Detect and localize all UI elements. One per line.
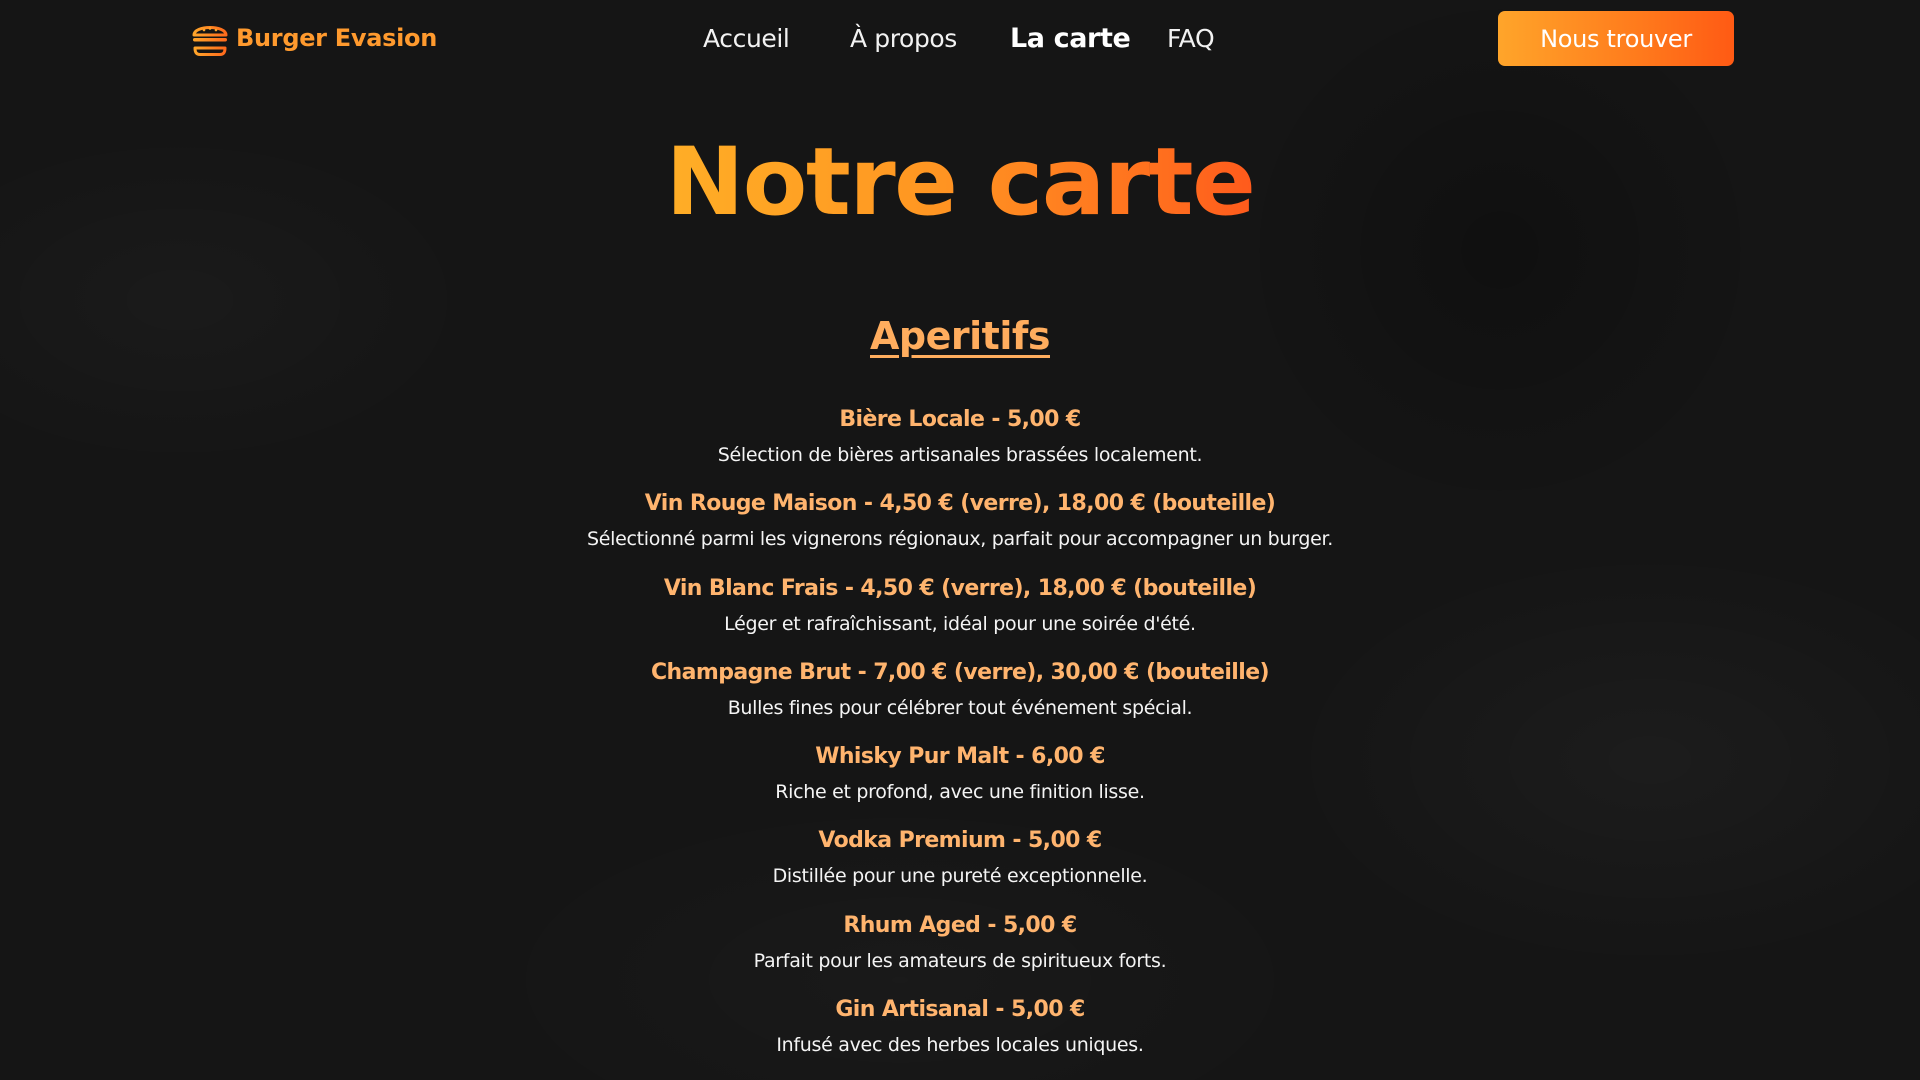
menu-item: Whisky Pur Malt - 6,00 € Riche et profon…	[0, 737, 1920, 821]
menu-item: Champagne Brut - 7,00 € (verre), 30,00 €…	[0, 653, 1920, 737]
menu-item: Bière Locale - 5,00 € Sélection de bière…	[0, 400, 1920, 484]
menu-item-description: Distillée pour une pureté exceptionnelle…	[772, 865, 1148, 888]
menu-item-name: Gin Artisanal - 5,00 €	[835, 997, 1085, 1023]
section-title-aperitifs: Aperitifs	[870, 314, 1051, 358]
menu-item: Gin Artisanal - 5,00 € Infusé avec des h…	[0, 990, 1920, 1074]
menu-list: Bière Locale - 5,00 € Sélection de bière…	[0, 400, 1920, 1074]
menu-item-name: Vin Rouge Maison - 4,50 € (verre), 18,00…	[644, 491, 1276, 517]
find-us-button[interactable]: Nous trouver	[1498, 11, 1734, 66]
menu-item-description: Bulles fines pour célébrer tout événemen…	[727, 696, 1193, 719]
page-title-container: Notre carte	[0, 120, 1920, 246]
menu-item-name: Vin Blanc Frais - 4,50 € (verre), 18,00 …	[663, 575, 1257, 601]
menu-item-description: Sélectionné parmi les vignerons régionau…	[586, 528, 1334, 551]
navbar: Burger Evasion Accueil À propos La carte…	[0, 0, 1920, 78]
menu-item-description: Parfait pour les amateurs de spiritueux …	[753, 949, 1167, 972]
nav-link-faq[interactable]: FAQ	[1167, 18, 1215, 60]
menu-item-description: Léger et rafraîchissant, idéal pour une …	[724, 612, 1196, 635]
page-title: Notre carte	[666, 120, 1256, 246]
menu-item-name: Champagne Brut - 7,00 € (verre), 30,00 €…	[651, 659, 1270, 685]
nav-link-accueil[interactable]: Accueil	[703, 18, 790, 60]
menu-item: Rhum Aged - 5,00 € Parfait pour les amat…	[0, 906, 1920, 990]
menu-item: Vin Blanc Frais - 4,50 € (verre), 18,00 …	[0, 569, 1920, 653]
menu-item: Vin Rouge Maison - 4,50 € (verre), 18,00…	[0, 484, 1920, 568]
menu-item-name: Whisky Pur Malt - 6,00 €	[815, 744, 1105, 770]
menu-item: Vodka Premium - 5,00 € Distillée pour un…	[0, 821, 1920, 905]
menu-item-description: Infusé avec des herbes locales uniques.	[776, 1034, 1144, 1057]
menu-item-name: Rhum Aged - 5,00 €	[843, 912, 1077, 938]
nav-link-a-propos[interactable]: À propos	[850, 18, 957, 60]
menu-item-description: Sélection de bières artisanales brassées…	[717, 444, 1203, 466]
menu-item-name: Bière Locale - 5,00 €	[839, 407, 1081, 432]
nav-link-la-carte[interactable]: La carte	[1010, 18, 1131, 60]
menu-item-name: Vodka Premium - 5,00 €	[818, 828, 1102, 854]
menu-item-description: Riche et profond, avec une finition liss…	[775, 781, 1145, 804]
